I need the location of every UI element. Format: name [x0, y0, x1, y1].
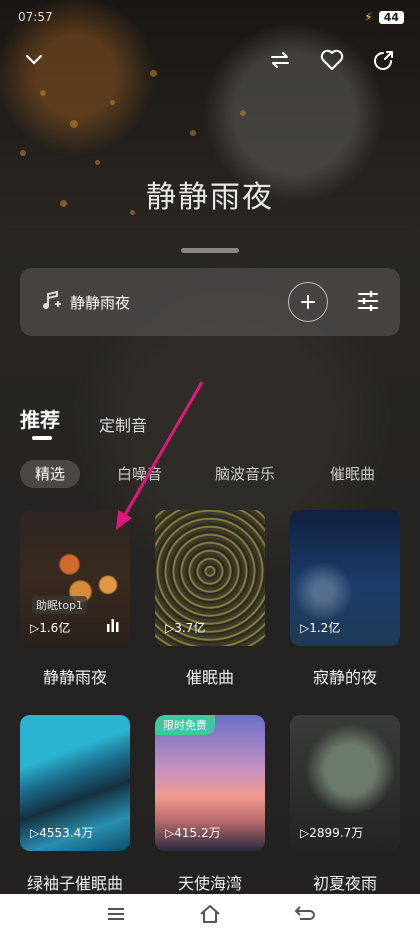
card-label: 静静雨夜 — [42, 668, 107, 687]
battery-level: 44 — [378, 10, 404, 24]
drag-handle[interactable] — [181, 248, 239, 253]
play-count: ▷4553.4万 — [30, 826, 94, 840]
menu-icon[interactable] — [106, 904, 126, 928]
chevron-down-icon[interactable] — [18, 44, 50, 76]
play-count: ▷1.2亿 — [300, 621, 341, 635]
heart-icon[interactable] — [316, 44, 348, 76]
play-count: ▷3.7亿 — [165, 621, 206, 635]
filter-chips: 精选 白噪音 脑波音乐 催眠曲 — [20, 460, 420, 488]
status-bar: 07:57 ⚡ 44 — [0, 8, 420, 28]
page-title: 静静雨夜 — [146, 180, 274, 215]
card-silent-night[interactable]: ▷1.2亿 — [290, 510, 400, 646]
play-count: ▷1.6亿 — [30, 621, 71, 635]
chip-white-noise[interactable]: 白噪音 — [117, 460, 162, 488]
home-icon[interactable] — [199, 904, 221, 928]
loop-icon[interactable] — [264, 44, 296, 76]
equalizer-icon[interactable] — [356, 290, 380, 316]
share-icon[interactable] — [368, 44, 400, 76]
plus-icon[interactable]: + — [288, 282, 328, 322]
chip-featured[interactable]: 精选 — [20, 460, 81, 488]
card-quiet-rain-night[interactable]: 助眠top1 ▷1.6亿 — [20, 510, 130, 646]
card-early-summer-rain[interactable]: ▷2899.7万 — [290, 715, 400, 851]
card-label: 初夏夜雨 — [312, 874, 377, 893]
tab-custom-sound[interactable]: 定制音 — [99, 412, 147, 436]
status-time: 07:57 — [18, 10, 53, 24]
music-note-icon — [40, 290, 62, 316]
track-name: 静静雨夜 — [70, 294, 131, 312]
top-bar — [0, 44, 420, 76]
chip-lullaby[interactable]: 催眠曲 — [330, 460, 375, 488]
card-label: 绿袖子催眠曲 — [26, 874, 123, 893]
tab-recommend[interactable]: 推荐 — [20, 404, 60, 433]
back-icon[interactable] — [294, 904, 316, 928]
card-label: 寂静的夜 — [312, 668, 377, 687]
now-playing-bar[interactable]: 静静雨夜 + — [20, 268, 400, 336]
system-nav-bar — [0, 894, 420, 940]
card-label: 天使海湾 — [177, 874, 242, 893]
card-lullaby[interactable]: ▷3.7亿 — [155, 510, 265, 646]
play-count: ▷415.2万 — [165, 826, 221, 840]
chip-brainwave[interactable]: 脑波音乐 — [215, 460, 275, 488]
rank-tag: 助眠top1 — [32, 596, 88, 614]
free-badge: 限时免费 — [155, 715, 215, 735]
bars-icon — [106, 617, 120, 636]
play-count: ▷2899.7万 — [300, 826, 364, 840]
charging-icon: ⚡ — [364, 10, 373, 24]
card-greensleeves[interactable]: ▷4553.4万 — [20, 715, 130, 851]
tab-indicator — [32, 436, 52, 440]
card-angel-bay[interactable]: 限时免费 ▷415.2万 — [155, 715, 265, 851]
card-label: 催眠曲 — [185, 668, 234, 687]
